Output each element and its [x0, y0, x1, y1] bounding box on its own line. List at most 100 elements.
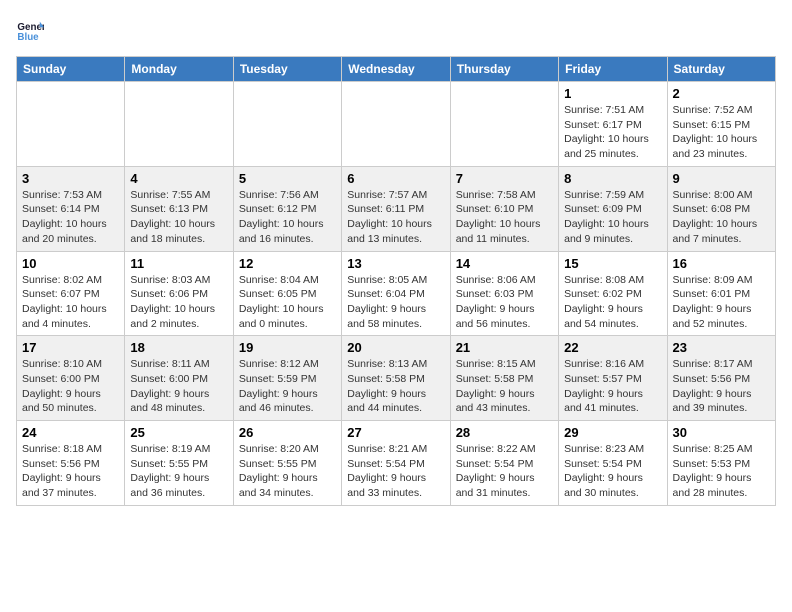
day-number: 28 [456, 425, 553, 440]
day-number: 18 [130, 340, 227, 355]
weekday-header-cell: Wednesday [342, 57, 450, 82]
calendar-day-cell: 8 Sunrise: 7:59 AM Sunset: 6:09 PM Daylig… [559, 166, 667, 251]
calendar-day-cell: 13 Sunrise: 8:05 AM Sunset: 6:04 PM Dayli… [342, 251, 450, 336]
calendar-day-cell [450, 82, 558, 167]
day-info: Sunrise: 8:12 AM Sunset: 5:59 PM Dayligh… [239, 357, 336, 416]
calendar-day-cell: 16 Sunrise: 8:09 AM Sunset: 6:01 PM Dayli… [667, 251, 775, 336]
day-number: 29 [564, 425, 661, 440]
weekday-header-cell: Tuesday [233, 57, 341, 82]
day-info: Sunrise: 8:00 AM Sunset: 6:08 PM Dayligh… [673, 188, 770, 247]
calendar-day-cell: 5 Sunrise: 7:56 AM Sunset: 6:12 PM Daylig… [233, 166, 341, 251]
day-number: 15 [564, 256, 661, 271]
day-info: Sunrise: 8:16 AM Sunset: 5:57 PM Dayligh… [564, 357, 661, 416]
day-info: Sunrise: 8:20 AM Sunset: 5:55 PM Dayligh… [239, 442, 336, 501]
day-number: 27 [347, 425, 444, 440]
calendar-week-row: 24 Sunrise: 8:18 AM Sunset: 5:56 PM Dayli… [17, 421, 776, 506]
day-info: Sunrise: 8:09 AM Sunset: 6:01 PM Dayligh… [673, 273, 770, 332]
day-number: 26 [239, 425, 336, 440]
day-number: 3 [22, 171, 119, 186]
day-number: 4 [130, 171, 227, 186]
day-number: 8 [564, 171, 661, 186]
day-info: Sunrise: 8:08 AM Sunset: 6:02 PM Dayligh… [564, 273, 661, 332]
logo-icon: General Blue [16, 16, 44, 44]
day-info: Sunrise: 7:52 AM Sunset: 6:15 PM Dayligh… [673, 103, 770, 162]
calendar-body: 1 Sunrise: 7:51 AM Sunset: 6:17 PM Daylig… [17, 82, 776, 506]
day-number: 24 [22, 425, 119, 440]
calendar-day-cell [342, 82, 450, 167]
calendar-day-cell: 15 Sunrise: 8:08 AM Sunset: 6:02 PM Dayli… [559, 251, 667, 336]
day-info: Sunrise: 7:58 AM Sunset: 6:10 PM Dayligh… [456, 188, 553, 247]
day-info: Sunrise: 8:25 AM Sunset: 5:53 PM Dayligh… [673, 442, 770, 501]
day-number: 6 [347, 171, 444, 186]
calendar-day-cell: 25 Sunrise: 8:19 AM Sunset: 5:55 PM Dayli… [125, 421, 233, 506]
calendar-day-cell: 26 Sunrise: 8:20 AM Sunset: 5:55 PM Dayli… [233, 421, 341, 506]
day-info: Sunrise: 8:03 AM Sunset: 6:06 PM Dayligh… [130, 273, 227, 332]
day-number: 11 [130, 256, 227, 271]
calendar-day-cell: 19 Sunrise: 8:12 AM Sunset: 5:59 PM Dayli… [233, 336, 341, 421]
calendar-week-row: 10 Sunrise: 8:02 AM Sunset: 6:07 PM Dayli… [17, 251, 776, 336]
day-info: Sunrise: 8:06 AM Sunset: 6:03 PM Dayligh… [456, 273, 553, 332]
weekday-header-cell: Monday [125, 57, 233, 82]
day-number: 25 [130, 425, 227, 440]
calendar-week-row: 3 Sunrise: 7:53 AM Sunset: 6:14 PM Daylig… [17, 166, 776, 251]
day-number: 30 [673, 425, 770, 440]
day-number: 10 [22, 256, 119, 271]
logo: General Blue [16, 16, 46, 44]
calendar-day-cell: 14Sunrise: 8:06 AM Sunset: 6:03 PM Dayli… [450, 251, 558, 336]
calendar-table: SundayMondayTuesdayWednesdayThursdayFrid… [16, 56, 776, 506]
calendar-day-cell: 27 Sunrise: 8:21 AM Sunset: 5:54 PM Dayli… [342, 421, 450, 506]
day-number: 1 [564, 86, 661, 101]
day-number: 13 [347, 256, 444, 271]
calendar-day-cell: 29 Sunrise: 8:23 AM Sunset: 5:54 PM Dayli… [559, 421, 667, 506]
day-number: 21 [456, 340, 553, 355]
day-number: 23 [673, 340, 770, 355]
day-number: 2 [673, 86, 770, 101]
day-info: Sunrise: 8:11 AM Sunset: 6:00 PM Dayligh… [130, 357, 227, 416]
day-number: 19 [239, 340, 336, 355]
day-info: Sunrise: 8:17 AM Sunset: 5:56 PM Dayligh… [673, 357, 770, 416]
day-number: 20 [347, 340, 444, 355]
calendar-day-cell: 18 Sunrise: 8:11 AM Sunset: 6:00 PM Dayli… [125, 336, 233, 421]
day-info: Sunrise: 8:05 AM Sunset: 6:04 PM Dayligh… [347, 273, 444, 332]
calendar-day-cell: 6Sunrise: 7:57 AM Sunset: 6:11 PM Daylig… [342, 166, 450, 251]
day-number: 7 [456, 171, 553, 186]
weekday-header-cell: Saturday [667, 57, 775, 82]
calendar-day-cell: 28 Sunrise: 8:22 AM Sunset: 5:54 PM Dayli… [450, 421, 558, 506]
calendar-day-cell: 4 Sunrise: 7:55 AM Sunset: 6:13 PM Daylig… [125, 166, 233, 251]
calendar-day-cell [125, 82, 233, 167]
day-info: Sunrise: 8:19 AM Sunset: 5:55 PM Dayligh… [130, 442, 227, 501]
day-info: Sunrise: 8:15 AM Sunset: 5:58 PM Dayligh… [456, 357, 553, 416]
calendar-day-cell: 12Sunrise: 8:04 AM Sunset: 6:05 PM Dayli… [233, 251, 341, 336]
day-info: Sunrise: 8:10 AM Sunset: 6:00 PM Dayligh… [22, 357, 119, 416]
calendar-day-cell [17, 82, 125, 167]
svg-text:Blue: Blue [17, 32, 39, 43]
day-info: Sunrise: 8:04 AM Sunset: 6:05 PM Dayligh… [239, 273, 336, 332]
day-info: Sunrise: 8:22 AM Sunset: 5:54 PM Dayligh… [456, 442, 553, 501]
weekday-header-cell: Friday [559, 57, 667, 82]
calendar-day-cell: 10 Sunrise: 8:02 AM Sunset: 6:07 PM Dayli… [17, 251, 125, 336]
calendar-week-row: 17Sunrise: 8:10 AM Sunset: 6:00 PM Dayli… [17, 336, 776, 421]
calendar-day-cell: 21 Sunrise: 8:15 AM Sunset: 5:58 PM Dayli… [450, 336, 558, 421]
calendar-day-cell: 2 Sunrise: 7:52 AM Sunset: 6:15 PM Daylig… [667, 82, 775, 167]
day-info: Sunrise: 7:55 AM Sunset: 6:13 PM Dayligh… [130, 188, 227, 247]
day-info: Sunrise: 7:59 AM Sunset: 6:09 PM Dayligh… [564, 188, 661, 247]
day-info: Sunrise: 7:51 AM Sunset: 6:17 PM Dayligh… [564, 103, 661, 162]
calendar-day-cell: 17Sunrise: 8:10 AM Sunset: 6:00 PM Dayli… [17, 336, 125, 421]
day-info: Sunrise: 7:53 AM Sunset: 6:14 PM Dayligh… [22, 188, 119, 247]
calendar-week-row: 1 Sunrise: 7:51 AM Sunset: 6:17 PM Daylig… [17, 82, 776, 167]
calendar-day-cell: 23 Sunrise: 8:17 AM Sunset: 5:56 PM Dayli… [667, 336, 775, 421]
day-info: Sunrise: 8:18 AM Sunset: 5:56 PM Dayligh… [22, 442, 119, 501]
day-info: Sunrise: 8:21 AM Sunset: 5:54 PM Dayligh… [347, 442, 444, 501]
calendar-day-cell: 9 Sunrise: 8:00 AM Sunset: 6:08 PM Daylig… [667, 166, 775, 251]
calendar-day-cell [233, 82, 341, 167]
calendar-day-cell: 30 Sunrise: 8:25 AM Sunset: 5:53 PM Dayli… [667, 421, 775, 506]
day-number: 16 [673, 256, 770, 271]
weekday-header-cell: Thursday [450, 57, 558, 82]
calendar-day-cell: 22Sunrise: 8:16 AM Sunset: 5:57 PM Dayli… [559, 336, 667, 421]
day-number: 5 [239, 171, 336, 186]
day-info: Sunrise: 7:56 AM Sunset: 6:12 PM Dayligh… [239, 188, 336, 247]
day-info: Sunrise: 8:23 AM Sunset: 5:54 PM Dayligh… [564, 442, 661, 501]
day-info: Sunrise: 8:02 AM Sunset: 6:07 PM Dayligh… [22, 273, 119, 332]
day-number: 9 [673, 171, 770, 186]
weekday-header-cell: Sunday [17, 57, 125, 82]
